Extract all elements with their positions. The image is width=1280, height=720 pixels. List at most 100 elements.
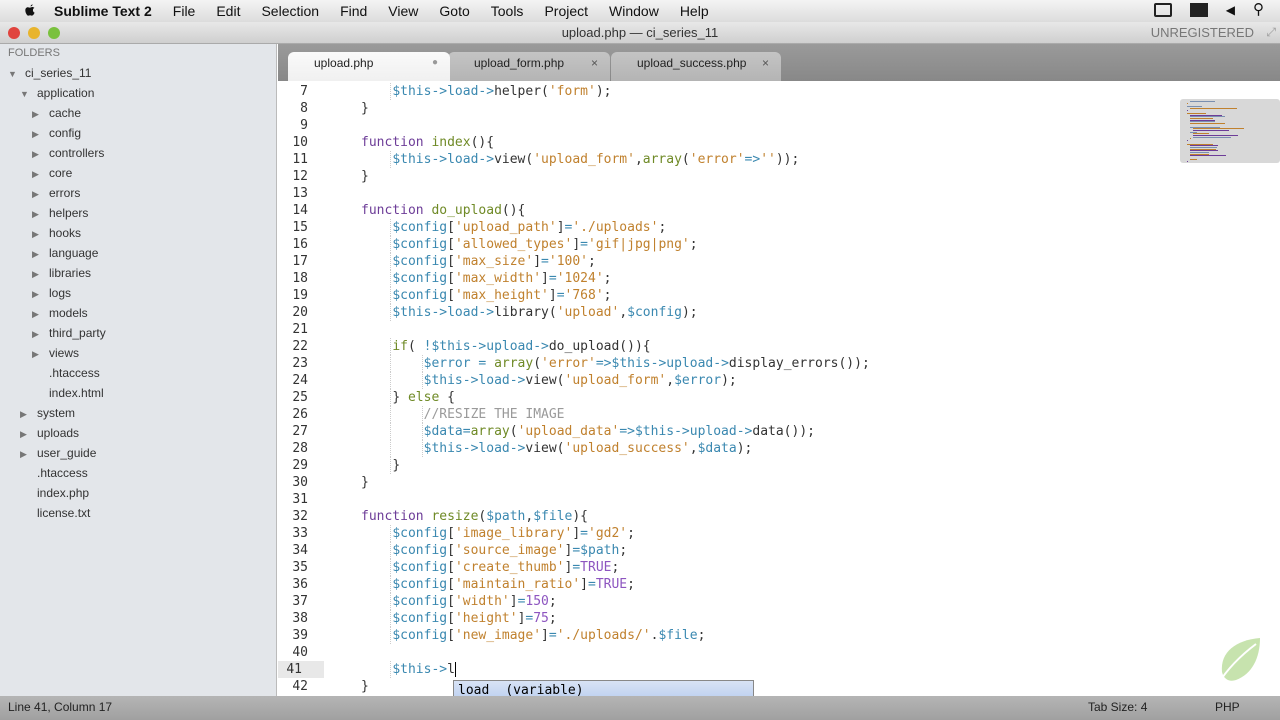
disclosure-closed-icon[interactable]: ▶	[20, 445, 30, 463]
disclosure-closed-icon[interactable]: ▶	[32, 245, 42, 263]
code-line[interactable]: $this->load->view('upload_form',$error);	[424, 372, 737, 389]
disclosure-closed-icon[interactable]: ▶	[32, 105, 42, 123]
disclosure-closed-icon[interactable]: ▶	[20, 425, 30, 443]
code-line[interactable]: }	[392, 457, 400, 474]
menu-app-name[interactable]: Sublime Text 2	[54, 3, 152, 19]
sidebar-item-htaccess[interactable]: .htaccess	[49, 364, 100, 382]
code-line[interactable]: function index(){	[361, 134, 494, 151]
sidebar-item-libraries[interactable]: ▶ libraries	[32, 264, 91, 282]
disclosure-open-icon[interactable]: ▼	[20, 85, 30, 103]
code-line[interactable]: $config['max_size']='100';	[392, 253, 596, 270]
sidebar-item-config[interactable]: ▶ config	[32, 124, 81, 142]
tab-size[interactable]: Tab Size: 4	[1088, 696, 1147, 718]
code-line[interactable]: $error = array('error'=>$this->upload->d…	[424, 355, 870, 372]
volume-icon[interactable]: ◀	[1226, 3, 1235, 17]
sidebar-item-system[interactable]: ▶ system	[20, 404, 75, 422]
code-line[interactable]: $this->load->library('upload',$config);	[392, 304, 697, 321]
code-line[interactable]: }	[361, 474, 369, 491]
syntax-mode[interactable]: PHP	[1215, 696, 1240, 718]
apple-icon[interactable]	[20, 3, 40, 19]
code-line[interactable]: $config['image_library']='gd2';	[392, 525, 635, 542]
code-line[interactable]: $config['allowed_types']='gif|jpg|png';	[392, 236, 697, 253]
disclosure-closed-icon[interactable]: ▶	[32, 265, 42, 283]
code-line[interactable]: } else {	[392, 389, 455, 406]
disclosure-closed-icon[interactable]: ▶	[20, 405, 30, 423]
sidebar-item-models[interactable]: ▶ models	[32, 304, 88, 322]
disclosure-closed-icon[interactable]: ▶	[32, 125, 42, 143]
code-line[interactable]: $config['new_image']='./uploads/'.$file;	[392, 627, 705, 644]
sidebar-item-hooks[interactable]: ▶ hooks	[32, 224, 81, 242]
code-line[interactable]: $config['create_thumb']=TRUE;	[392, 559, 619, 576]
code-line[interactable]: }	[361, 168, 369, 185]
line-number: 41	[278, 661, 324, 678]
sidebar-item-htaccess[interactable]: .htaccess	[37, 464, 88, 482]
disclosure-closed-icon[interactable]: ▶	[32, 325, 42, 343]
display-icon[interactable]	[1189, 3, 1208, 17]
sidebar-item-user_guide[interactable]: ▶ user_guide	[20, 444, 96, 462]
code-line[interactable]: $config['max_width']='1024';	[392, 270, 611, 287]
sidebar-item-views[interactable]: ▶ views	[32, 344, 79, 362]
sidebar-item-language[interactable]: ▶ language	[32, 244, 98, 262]
tab-upload-success[interactable]: upload_success.php ×	[611, 52, 781, 81]
menu-view[interactable]: View	[388, 3, 418, 19]
code-line[interactable]: }	[361, 100, 369, 117]
menu-edit[interactable]: Edit	[216, 3, 240, 19]
disclosure-open-icon[interactable]: ▼	[8, 65, 18, 83]
unsaved-dot-icon[interactable]: ●	[432, 52, 438, 74]
disclosure-closed-icon[interactable]: ▶	[32, 205, 42, 223]
code-line[interactable]: $config['height']=75;	[392, 610, 556, 627]
code-line[interactable]: $config['width']=150;	[392, 593, 556, 610]
code-line[interactable]: $config['maintain_ratio']=TRUE;	[392, 576, 635, 593]
sidebar-item-cache[interactable]: ▶ cache	[32, 104, 81, 122]
menu-selection[interactable]: Selection	[261, 3, 319, 19]
camera-icon[interactable]	[1153, 3, 1172, 17]
disclosure-closed-icon[interactable]: ▶	[32, 305, 42, 323]
sidebar-item-application[interactable]: ▼ application	[20, 84, 94, 102]
code-line[interactable]: function resize($path,$file){	[361, 508, 588, 525]
code-line[interactable]: $this->load->view('upload_form',array('e…	[392, 151, 799, 168]
fullscreen-icon[interactable]: ⤢	[1266, 25, 1276, 40]
sidebar-item-ci_series_11[interactable]: ▼ ci_series_11	[8, 64, 91, 82]
search-icon[interactable]: ⚲	[1253, 2, 1264, 17]
sidebar-item-logs[interactable]: ▶ logs	[32, 284, 71, 302]
tab-upload[interactable]: upload.php ●	[288, 52, 450, 81]
tab-upload-form[interactable]: upload_form.php ×	[448, 52, 610, 81]
menu-help[interactable]: Help	[680, 3, 709, 19]
sidebar-item-uploads[interactable]: ▶ uploads	[20, 424, 79, 442]
menu-project[interactable]: Project	[544, 3, 588, 19]
close-tab-icon[interactable]: ×	[762, 52, 769, 74]
sidebar-item-errors[interactable]: ▶ errors	[32, 184, 80, 202]
sidebar-item-third_party[interactable]: ▶ third_party	[32, 324, 106, 342]
code-line[interactable]: if( !$this->upload->do_upload()){	[392, 338, 650, 355]
disclosure-closed-icon[interactable]: ▶	[32, 225, 42, 243]
code-line[interactable]: $this->load->helper('form');	[392, 83, 611, 100]
sidebar-item-licensetxt[interactable]: license.txt	[37, 504, 90, 522]
disclosure-closed-icon[interactable]: ▶	[32, 185, 42, 203]
menu-file[interactable]: File	[173, 3, 196, 19]
menu-find[interactable]: Find	[340, 3, 367, 19]
code-line[interactable]: //RESIZE THE IMAGE	[424, 406, 565, 423]
code-line[interactable]: $this->l	[392, 661, 456, 678]
disclosure-closed-icon[interactable]: ▶	[32, 345, 42, 363]
code-line[interactable]: $config['upload_path']='./uploads';	[392, 219, 666, 236]
code-line[interactable]: }	[361, 678, 369, 695]
code-line[interactable]: $data=array('upload_data'=>$this->upload…	[424, 423, 815, 440]
sidebar-item-indexhtml[interactable]: index.html	[49, 384, 104, 402]
disclosure-closed-icon[interactable]: ▶	[32, 145, 42, 163]
sidebar-item-indexphp[interactable]: index.php	[37, 484, 89, 502]
menu-goto[interactable]: Goto	[439, 3, 469, 19]
disclosure-closed-icon[interactable]: ▶	[32, 165, 42, 183]
code-editor[interactable]: 7 $this->load->helper('form'); 8} 9 10 functi…	[278, 81, 1280, 696]
code-line[interactable]: function do_upload(){	[361, 202, 525, 219]
code-line[interactable]: $this->load->view('upload_success',$data…	[424, 440, 753, 457]
disclosure-closed-icon[interactable]: ▶	[32, 285, 42, 303]
sidebar-item-helpers[interactable]: ▶ helpers	[32, 204, 88, 222]
menu-tools[interactable]: Tools	[491, 3, 524, 19]
sidebar-item-core[interactable]: ▶ core	[32, 164, 72, 182]
code-line[interactable]: $config['source_image']=$path;	[392, 542, 627, 559]
minimap[interactable]	[1180, 81, 1280, 163]
close-tab-icon[interactable]: ×	[591, 52, 598, 74]
menu-window[interactable]: Window	[609, 3, 659, 19]
sidebar-item-controllers[interactable]: ▶ controllers	[32, 144, 104, 162]
code-line[interactable]: $config['max_height']='768';	[392, 287, 611, 304]
